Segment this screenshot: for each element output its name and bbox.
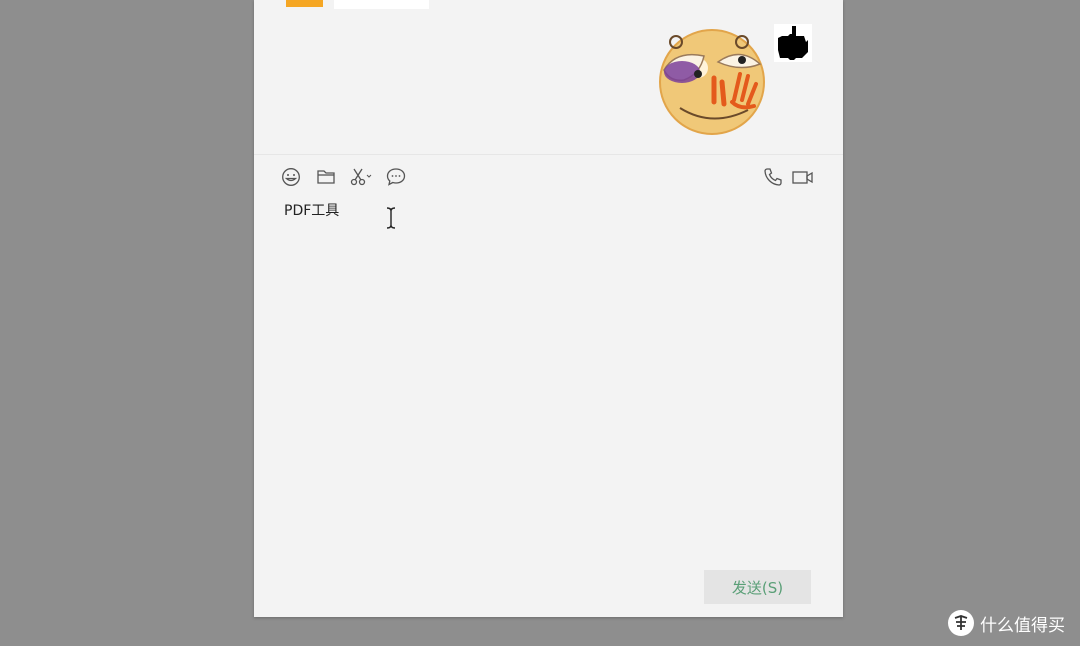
chat-window: PDF工具 发送(S) <box>254 0 843 617</box>
phone-icon <box>764 168 782 186</box>
chat-history-icon <box>386 168 406 186</box>
send-file-button[interactable] <box>313 164 339 190</box>
message-area <box>254 0 843 154</box>
text-cursor-icon <box>386 207 396 229</box>
hand-icon <box>778 26 808 60</box>
message-input[interactable]: PDF工具 <box>284 201 339 221</box>
chat-history-button[interactable] <box>383 164 409 190</box>
video-call-icon <box>792 171 813 184</box>
watermark-text: 什么值得买 <box>980 615 1065 636</box>
voice-call-button[interactable] <box>760 164 786 190</box>
input-toolbar <box>254 164 843 192</box>
send-button[interactable]: 发送(S) <box>704 570 811 604</box>
folder-icon <box>317 170 335 184</box>
divider <box>254 154 843 155</box>
site-watermark: 什么值得买 <box>948 608 1065 638</box>
video-call-button[interactable] <box>790 164 816 190</box>
self-avatar[interactable] <box>774 24 812 62</box>
watermark-logo-icon <box>948 610 974 636</box>
scissors-icon <box>350 168 372 186</box>
emoji-sticker[interactable] <box>656 24 768 136</box>
screenshot-button[interactable] <box>348 164 374 190</box>
contact-avatar[interactable] <box>286 0 323 7</box>
contact-message-bubble <box>334 0 429 9</box>
emoji-icon <box>282 168 300 186</box>
emoji-button[interactable] <box>278 164 304 190</box>
